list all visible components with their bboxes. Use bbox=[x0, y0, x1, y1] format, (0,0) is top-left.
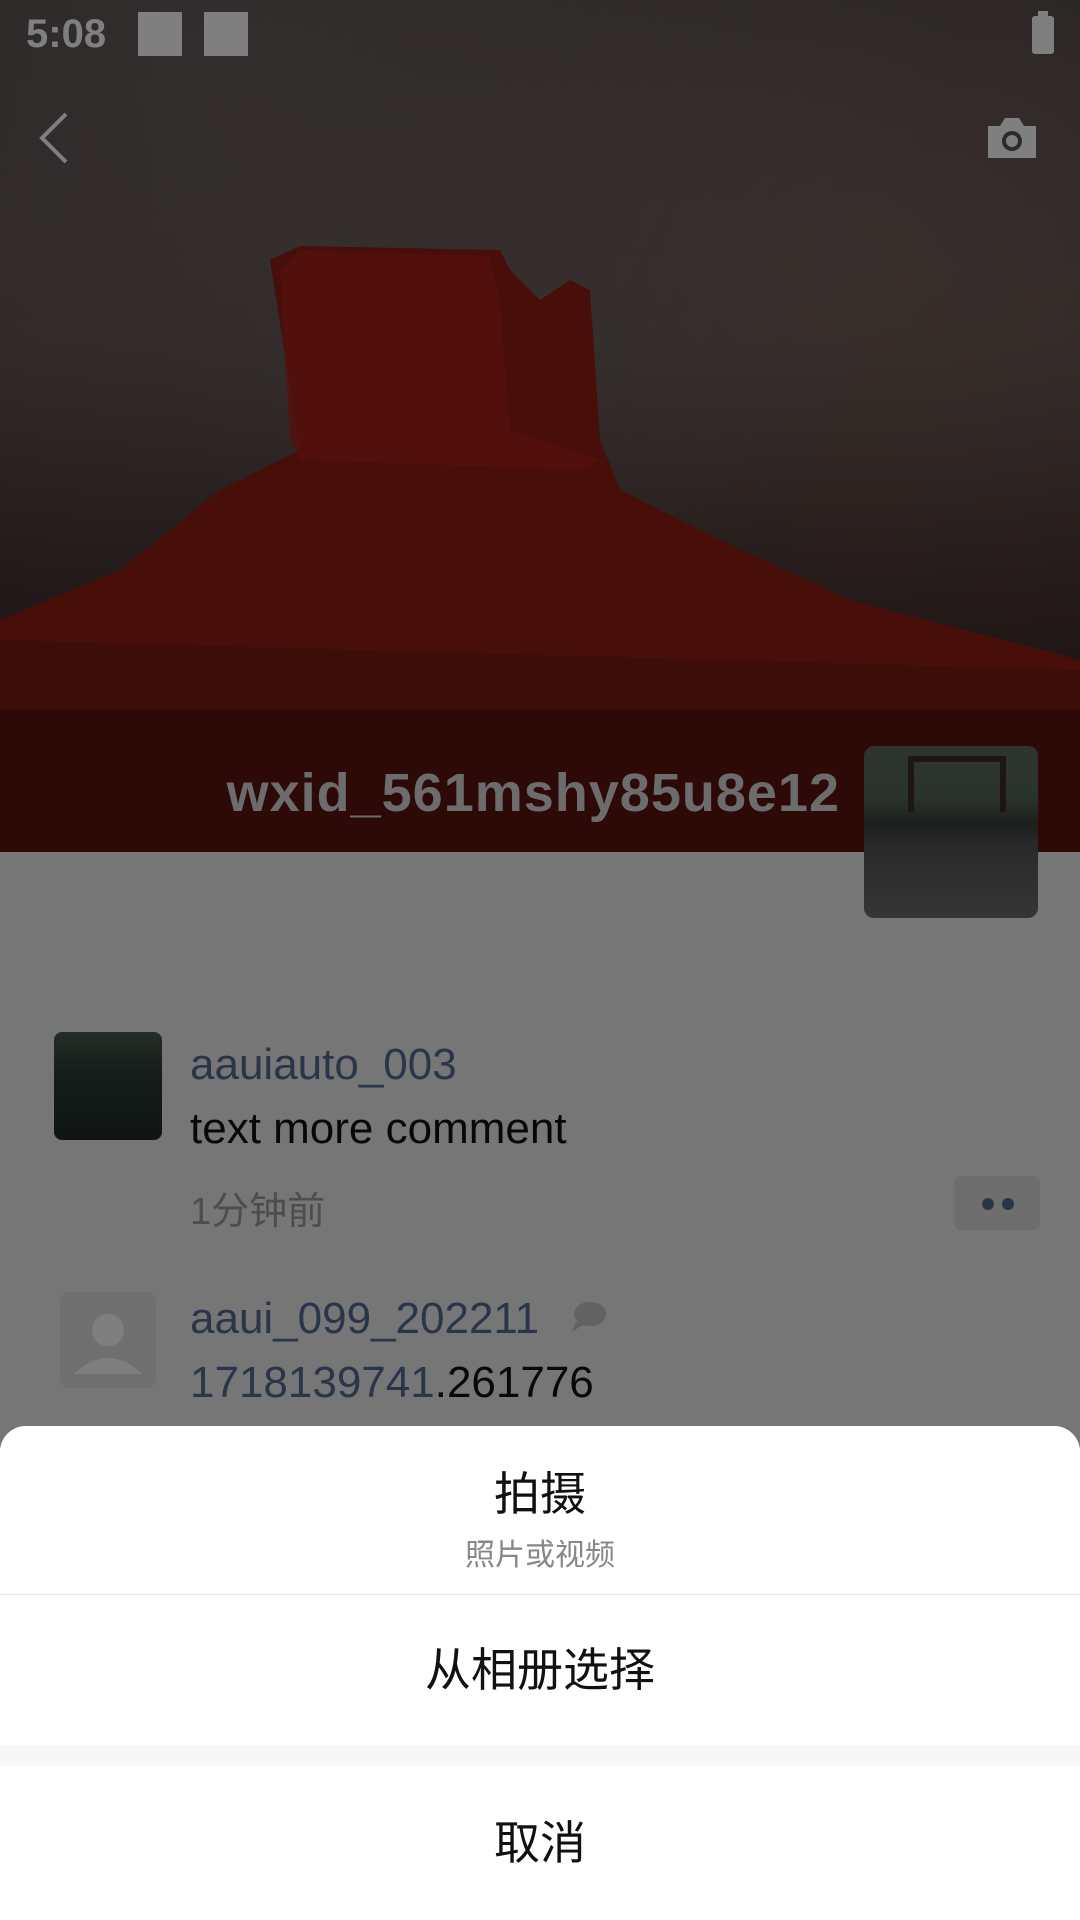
shoot-option-subtitle: 照片或视频 bbox=[465, 1539, 615, 1572]
shoot-option-title: 拍摄 bbox=[494, 1468, 586, 1520]
moments-screen: 5:08 wxid_561mshy85u8e12 aauiauto_003 te… bbox=[0, 0, 1080, 1920]
cancel-button-label: 取消 bbox=[494, 1817, 586, 1869]
album-option[interactable]: 从相册选择 bbox=[0, 1595, 1080, 1745]
cancel-button[interactable]: 取消 bbox=[0, 1766, 1080, 1920]
shoot-option[interactable]: 拍摄 照片或视频 bbox=[0, 1426, 1080, 1595]
album-option-title: 从相册选择 bbox=[425, 1644, 655, 1696]
action-sheet: 拍摄 照片或视频 从相册选择 取消 bbox=[0, 1426, 1080, 1920]
